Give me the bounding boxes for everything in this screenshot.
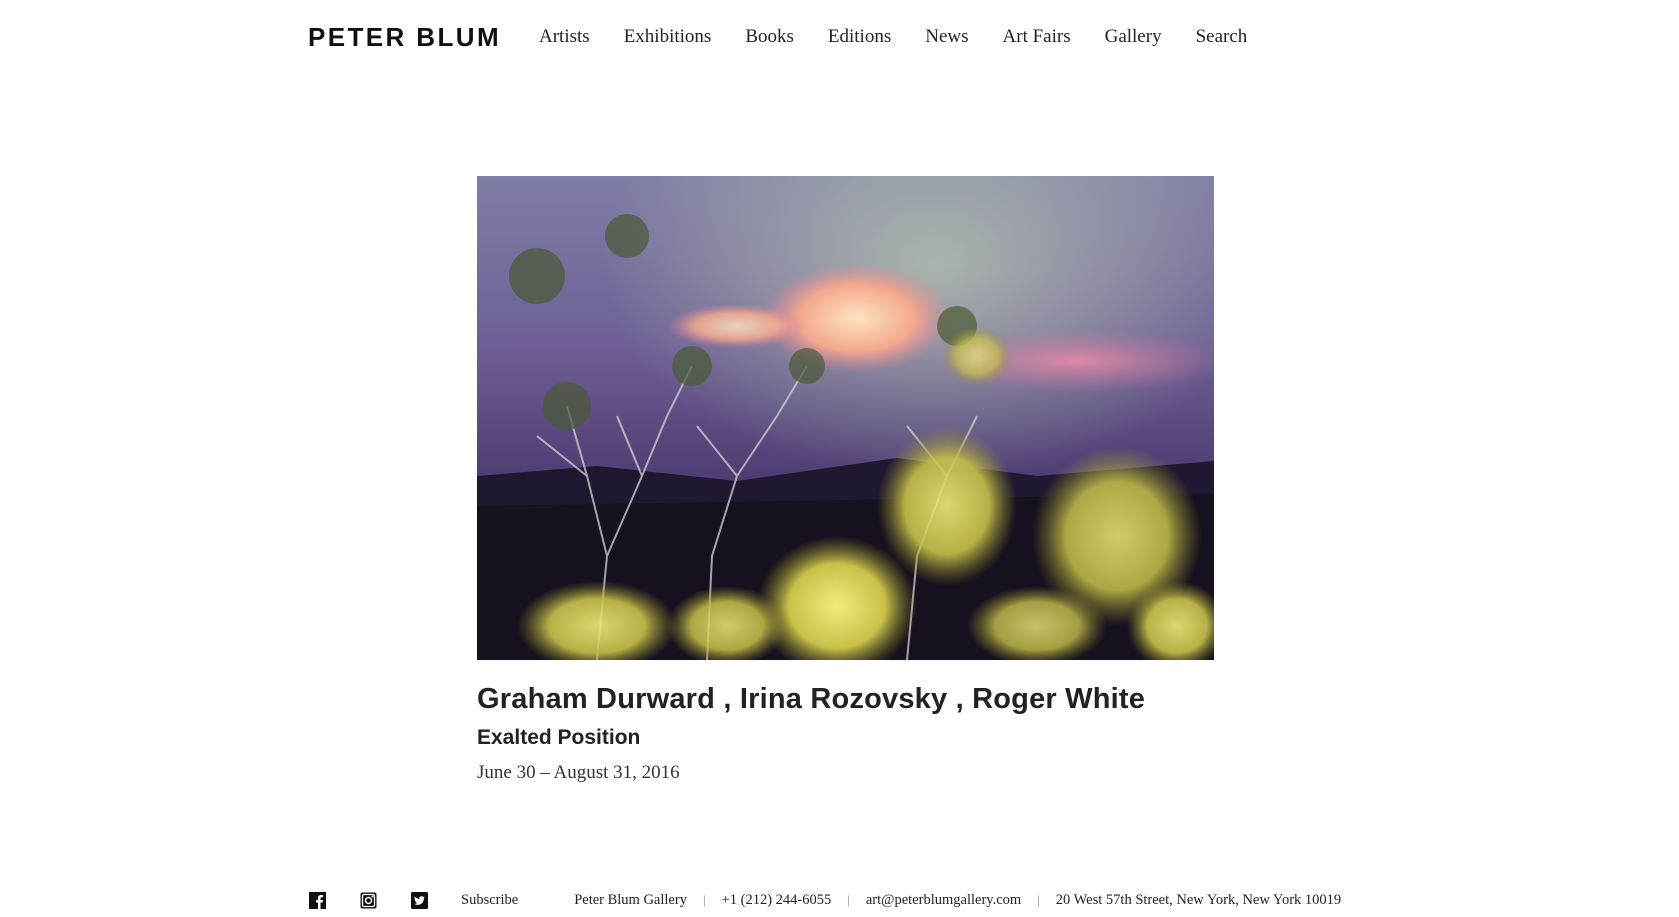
- landscape-photo: [477, 176, 1214, 660]
- facebook-icon[interactable]: [308, 891, 326, 909]
- footer-address: 20 West 57th Street, New York, New York …: [1055, 891, 1342, 908]
- site-header: PETER BLUM Artists Exhibitions Books Edi…: [308, 18, 1281, 56]
- footer-phone[interactable]: +1 (212) 244-6055: [722, 892, 832, 909]
- site-logo[interactable]: PETER BLUM: [308, 22, 501, 53]
- nav-exhibitions[interactable]: Exhibitions: [624, 26, 712, 48]
- instagram-icon[interactable]: [359, 891, 377, 909]
- footer-separator: |: [847, 892, 850, 907]
- footer-separator: |: [702, 892, 706, 907]
- exhibition-dates: June 30 – August 31, 2016: [477, 762, 680, 783]
- exhibition-title[interactable]: Exalted Position: [477, 726, 1277, 750]
- subscribe-link[interactable]: Subscribe: [461, 892, 518, 909]
- exhibition-info: Graham Durward , Irina Rozovsky , Roger …: [477, 683, 1277, 784]
- exhibition-artists[interactable]: Graham Durward , Irina Rozovsky , Roger …: [477, 683, 1277, 716]
- nav-art-fairs[interactable]: Art Fairs: [1003, 26, 1071, 48]
- nav-artists[interactable]: Artists: [539, 26, 590, 48]
- nav-gallery[interactable]: Gallery: [1105, 26, 1162, 48]
- nav-books[interactable]: Books: [745, 26, 794, 48]
- social-links: [308, 891, 461, 909]
- footer-email[interactable]: art@peterblumgallery.com: [866, 892, 1021, 909]
- footer-separator: |: [1037, 892, 1040, 907]
- nav-editions[interactable]: Editions: [828, 26, 891, 48]
- site-footer: Subscribe Peter Blum Gallery | +1 (212) …: [308, 888, 1341, 912]
- contact-info: Peter Blum Gallery | +1 (212) 244-6055 |…: [574, 892, 1341, 909]
- footer-gallery-name: Peter Blum Gallery: [574, 891, 687, 908]
- twitter-icon[interactable]: [410, 891, 428, 909]
- nav-news[interactable]: News: [925, 26, 968, 48]
- exhibition-image[interactable]: [477, 176, 1214, 660]
- nav-search[interactable]: Search: [1196, 26, 1248, 48]
- main-nav: Artists Exhibitions Books Editions News …: [539, 26, 1281, 48]
